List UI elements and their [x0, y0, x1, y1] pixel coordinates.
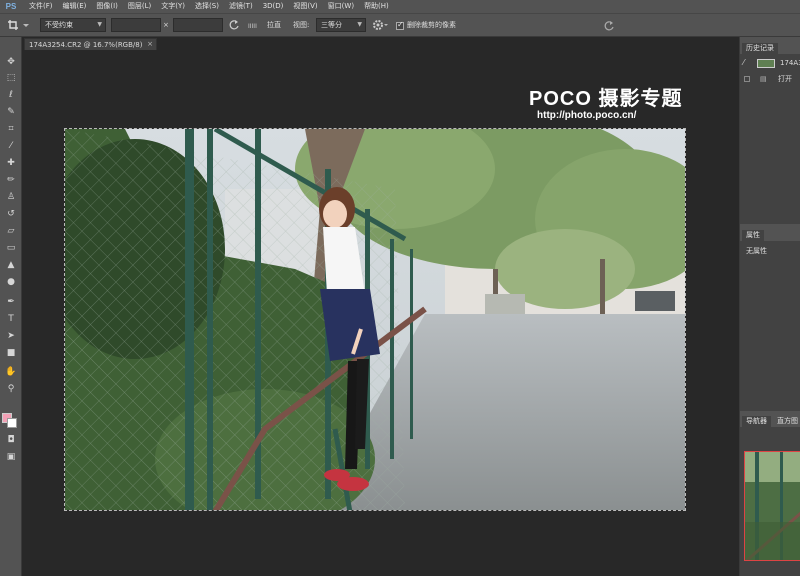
straighten-icon[interactable]: IIIII [248, 18, 262, 32]
right-panels: 历史记录 ⁄ 174A3 ▤ 打开 属性 无属性 导航器 直方图 [739, 37, 800, 576]
photo-image [65, 129, 685, 510]
reset-icon[interactable] [602, 18, 616, 32]
properties-panel: 无属性 [740, 241, 800, 411]
constraint-dropdown[interactable]: 不受约束 ▼ [40, 18, 106, 32]
pen-tool-icon[interactable]: ✒ [3, 295, 19, 309]
navigator-thumbnail[interactable] [744, 451, 800, 561]
stamp-tool-icon[interactable]: ♙ [3, 190, 19, 204]
blur-tool-icon[interactable]: ▲ [3, 258, 19, 272]
snapshot-label: 174A3 [780, 59, 800, 67]
watermark-logo: POCO 摄影专题 [529, 88, 683, 110]
menu-3d[interactable]: 3D(D) [258, 0, 289, 13]
screen-mode-icon[interactable]: ▣ [3, 450, 19, 464]
swap-dimensions-button[interactable]: × [163, 18, 169, 32]
dodge-tool-icon[interactable]: ● [3, 275, 19, 289]
delete-cropped-label: 删除裁剪的像素 [407, 21, 456, 29]
checkmark-icon: ✓ [397, 20, 404, 29]
svg-text:IIIII: IIIII [248, 23, 257, 30]
menu-image[interactable]: 图像(I) [91, 0, 123, 13]
rotate-icon[interactable] [228, 18, 240, 32]
quick-select-tool-icon[interactable]: ✎ [3, 105, 19, 119]
move-tool-icon[interactable]: ✥ [3, 55, 19, 69]
menu-window[interactable]: 窗口(W) [323, 0, 359, 13]
history-panel: ⁄ 174A3 ▤ 打开 [740, 54, 800, 224]
healing-brush-tool-icon[interactable]: ✚ [3, 156, 19, 170]
tab-navigator[interactable]: 导航器 [742, 416, 771, 427]
crop-tool-icon[interactable]: ⌗ [3, 122, 19, 136]
view-label: 视图: [293, 21, 310, 29]
menu-file[interactable]: 文件(F) [24, 0, 58, 13]
close-tab-button[interactable]: × [147, 39, 153, 50]
state-checkbox[interactable] [744, 76, 750, 82]
overlay-view-dropdown[interactable]: 三等分 ▼ [316, 18, 366, 32]
tools-panel: ✥ ⬚ ℓ ✎ ⌗ ⁄ ✚ ✏ ♙ ↺ ▱ ▭ ▲ ● ✒ T ➤ ■ ✋ ⚲ … [0, 37, 22, 576]
history-state-label: 打开 [778, 75, 792, 83]
width-field[interactable] [111, 18, 161, 32]
menu-layer[interactable]: 图层(L) [123, 0, 156, 13]
eraser-tool-icon[interactable]: ▱ [3, 224, 19, 238]
lasso-tool-icon[interactable]: ℓ [3, 88, 19, 102]
overlay-view-value: 三等分 [321, 21, 342, 29]
constraint-value: 不受约束 [45, 21, 73, 29]
history-state-row[interactable]: ▤ 打开 [740, 72, 800, 86]
straighten-label[interactable]: 拉直 [267, 18, 281, 32]
chevron-down-icon: ▼ [357, 21, 362, 28]
brush-source-icon: ⁄ [743, 58, 745, 67]
properties-text: 无属性 [746, 247, 767, 255]
chevron-down-icon: ▼ [97, 21, 102, 28]
gradient-tool-icon[interactable]: ▭ [3, 241, 19, 255]
menu-items: 文件(F) 编辑(E) 图像(I) 图层(L) 文字(Y) 选择(S) 滤镜(T… [22, 0, 394, 13]
photoshop-window: PS 文件(F) 编辑(E) 图像(I) 图层(L) 文字(Y) 选择(S) 滤… [0, 0, 800, 576]
tab-history[interactable]: 历史记录 [742, 43, 778, 54]
marquee-tool-icon[interactable]: ⬚ [3, 71, 19, 85]
brush-tool-icon[interactable]: ✏ [3, 173, 19, 187]
hand-tool-icon[interactable]: ✋ [3, 365, 19, 379]
history-snapshot-row[interactable]: ⁄ 174A3 [740, 56, 800, 70]
menu-bar: PS 文件(F) 编辑(E) 图像(I) 图层(L) 文字(Y) 选择(S) 滤… [0, 0, 800, 13]
app-logo: PS [5, 2, 17, 11]
document-icon: ▤ [760, 75, 767, 83]
background-color-swatch[interactable] [7, 418, 17, 428]
menu-view[interactable]: 视图(V) [288, 0, 322, 13]
eyedropper-tool-icon[interactable]: ⁄ [3, 139, 19, 153]
path-select-tool-icon[interactable]: ➤ [3, 329, 19, 343]
photo-canvas[interactable] [64, 128, 686, 511]
menu-help[interactable]: 帮助(H) [359, 0, 394, 13]
delete-cropped-checkbox[interactable]: ✓ [396, 20, 404, 30]
snapshot-thumbnail [757, 59, 775, 68]
menu-select[interactable]: 选择(S) [190, 0, 224, 13]
document-tab[interactable]: 174A3254.CR2 @ 16.7%(RGB/8) × [24, 38, 157, 50]
tab-properties[interactable]: 属性 [742, 230, 764, 241]
menu-type[interactable]: 文字(Y) [156, 0, 190, 13]
options-bar: 不受约束 ▼ × IIIII 拉直 视图: 三等分 ▼ ✓ 删除裁剪的像素 [0, 13, 800, 37]
history-brush-tool-icon[interactable]: ↺ [3, 207, 19, 221]
shape-tool-icon[interactable]: ■ [3, 346, 19, 360]
crop-icon [8, 20, 29, 30]
watermark: POCO 摄影专题 http://photo.poco.cn/ [529, 88, 689, 122]
quick-mask-icon[interactable]: ◘ [3, 433, 19, 447]
menu-filter[interactable]: 滤镜(T) [224, 0, 258, 13]
gear-icon[interactable] [372, 18, 388, 32]
document-title: 174A3254.CR2 @ 16.7%(RGB/8) [29, 40, 143, 49]
canvas-area[interactable]: POCO 摄影专题 http://photo.poco.cn/ [23, 50, 739, 576]
type-tool-icon[interactable]: T [3, 312, 19, 326]
tab-histogram[interactable]: 直方图 [773, 416, 800, 427]
menu-edit[interactable]: 编辑(E) [58, 0, 92, 13]
crop-tool-preset[interactable] [6, 18, 30, 32]
height-field[interactable] [173, 18, 223, 32]
watermark-url: http://photo.poco.cn/ [537, 110, 637, 121]
zoom-tool-icon[interactable]: ⚲ [3, 382, 19, 396]
